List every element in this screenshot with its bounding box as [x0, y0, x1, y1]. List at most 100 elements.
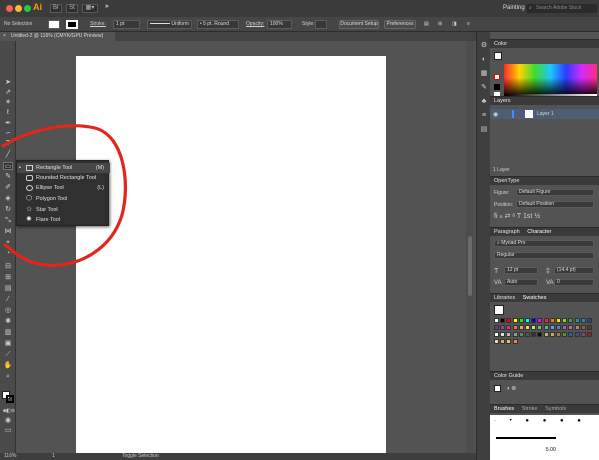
swatch[interactable] [568, 318, 574, 323]
swatch[interactable] [568, 332, 574, 337]
swatches-icon[interactable]: ▦ [480, 70, 488, 78]
drawing-modes-icon[interactable]: ◉ [3, 417, 13, 425]
zoom-window-button[interactable] [24, 5, 31, 12]
swatch[interactable] [525, 332, 530, 337]
swatch[interactable] [525, 325, 530, 330]
swatch[interactable] [506, 339, 512, 344]
color-spectrum[interactable] [504, 64, 597, 94]
color-guide-base-swatch[interactable] [494, 385, 501, 392]
swatch[interactable] [562, 332, 568, 337]
tracking-field[interactable]: 0 [554, 279, 594, 286]
color-mode-icons[interactable]: ■◧⊘ [3, 407, 15, 415]
tab-swatches[interactable]: Swatches [523, 295, 547, 301]
align-icon[interactable]: ▤ [424, 21, 429, 27]
blend-icon[interactable]: ◎ [3, 307, 13, 315]
brushes-panel-header[interactable]: Brushes Stroke Symbols [490, 404, 599, 413]
swatch[interactable] [574, 325, 580, 330]
flyout-item-ellipse-tool[interactable]: Ellipse Tool (L) [17, 183, 110, 193]
eyedropper-icon[interactable]: ⁄ [3, 296, 13, 304]
vertical-scrollbar[interactable] [466, 41, 474, 453]
scale-icon[interactable]: ⤡ [3, 217, 13, 225]
rotate-icon[interactable]: ↻ [3, 206, 13, 214]
swatch[interactable] [543, 332, 549, 337]
opacity-field[interactable]: 100% [267, 20, 292, 29]
tab-libraries[interactable]: Libraries [494, 295, 515, 301]
direct-selection-icon[interactable]: ⇗ [3, 89, 13, 97]
selection-icon[interactable]: ➤ [3, 79, 13, 87]
fill-swatch[interactable] [48, 20, 60, 29]
leading-field[interactable]: (14.4 pt) [554, 267, 594, 274]
swatch[interactable] [574, 318, 580, 323]
magic-wand-icon[interactable]: ✶ [3, 99, 13, 107]
swatch[interactable] [587, 325, 592, 330]
opacity-label[interactable]: Opacity: [246, 21, 264, 27]
slice-icon[interactable]: ⟋ [3, 351, 13, 359]
font-size-field[interactable]: 12 pt [504, 267, 538, 274]
font-family-select[interactable]: ⌕ Myriad Pro [494, 240, 594, 247]
kerning-field[interactable]: Auto [504, 279, 538, 286]
swatch[interactable] [512, 339, 518, 344]
swatch[interactable] [574, 332, 580, 337]
tab-stroke[interactable]: Stroke [522, 406, 538, 412]
swatch[interactable] [549, 325, 555, 330]
arrange-documents-button[interactable]: ▦▾ [82, 4, 98, 13]
fill-stroke-swatches[interactable] [2, 391, 14, 403]
swatch[interactable] [512, 318, 518, 323]
swatch[interactable] [531, 332, 537, 337]
swatch[interactable] [494, 325, 499, 330]
swatch[interactable] [500, 325, 506, 330]
swatch[interactable] [543, 325, 549, 330]
swatch[interactable] [537, 332, 543, 337]
swatch[interactable] [537, 325, 543, 330]
flyout-item-rectangle-tool[interactable]: ▪ Rectangle Tool (M) [17, 163, 110, 173]
scrollbar-thumb[interactable] [468, 236, 472, 296]
symbol-sprayer-icon[interactable]: ✺ [3, 318, 13, 326]
color-panel-icon[interactable]: ◐ [480, 56, 488, 64]
document-tab[interactable]: × Untitled-2 @ 116% (CMYK/GPU Preview) [0, 32, 115, 41]
swatch[interactable] [500, 318, 506, 323]
swatch[interactable] [580, 332, 586, 337]
minimize-window-button[interactable] [15, 5, 22, 12]
swatch[interactable] [518, 325, 524, 330]
column-graph-icon[interactable]: ▥ [3, 329, 13, 337]
bridge-button[interactable]: Br [50, 4, 62, 13]
black-color-icon[interactable] [494, 84, 500, 90]
flyout-item-star-tool[interactable]: ☆ Star Tool [17, 205, 110, 215]
shape-builder-icon[interactable]: ◔ [3, 250, 13, 258]
flyout-item-polygon-tool[interactable]: ⬡ Polygon Tool [17, 194, 110, 204]
variable-width-profile[interactable]: Uniform [147, 20, 192, 29]
gradient-icon[interactable]: ▤ [3, 285, 13, 293]
position-select[interactable]: Default Position [516, 201, 594, 208]
pen-icon[interactable]: ✒ [3, 120, 13, 128]
figure-select[interactable]: Default Figure [516, 189, 594, 196]
panel-menu-icon[interactable]: ≡ [467, 21, 470, 27]
swatch[interactable] [531, 318, 537, 323]
opentype-panel-header[interactable]: OpenType [490, 176, 599, 185]
font-style-select[interactable]: Regular [494, 252, 594, 259]
stroke-weight-field[interactable]: 1 pt [113, 20, 140, 29]
swatch[interactable] [556, 318, 561, 323]
swatch[interactable] [531, 325, 537, 330]
shaper-icon[interactable]: ✐ [3, 184, 13, 192]
swatch[interactable] [494, 339, 499, 344]
tab-paragraph[interactable]: Paragraph [494, 229, 520, 235]
swatch[interactable] [494, 332, 499, 337]
document-setup-button[interactable]: Document Setup [339, 20, 379, 29]
swatch[interactable] [580, 325, 586, 330]
layers-panel-header[interactable]: Layers [490, 96, 599, 105]
none-color-icon[interactable] [494, 74, 500, 80]
swatch[interactable] [518, 318, 524, 323]
opentype-glyph-icons[interactable]: ﬁ ℴ ⇄ ᵃ T 1st ½ [494, 212, 540, 220]
brushes-icon[interactable]: ✎ [480, 84, 488, 92]
swatch[interactable] [512, 332, 518, 337]
layer-row[interactable]: ◉ Layer 1 [490, 109, 599, 119]
symbols-icon[interactable]: ♣ [480, 98, 488, 106]
preferences-button[interactable]: Preferences [384, 20, 416, 29]
color-guide-icons[interactable]: ◑ ⊗ [506, 385, 516, 392]
type-icon[interactable]: T [3, 140, 13, 148]
free-transform-icon[interactable]: ⌖ [3, 239, 13, 247]
swatch[interactable] [562, 325, 568, 330]
lasso-icon[interactable]: ℓ [3, 109, 13, 117]
stock-button[interactable]: St [66, 4, 78, 13]
zoom-icon[interactable]: ⌕ [3, 373, 13, 381]
